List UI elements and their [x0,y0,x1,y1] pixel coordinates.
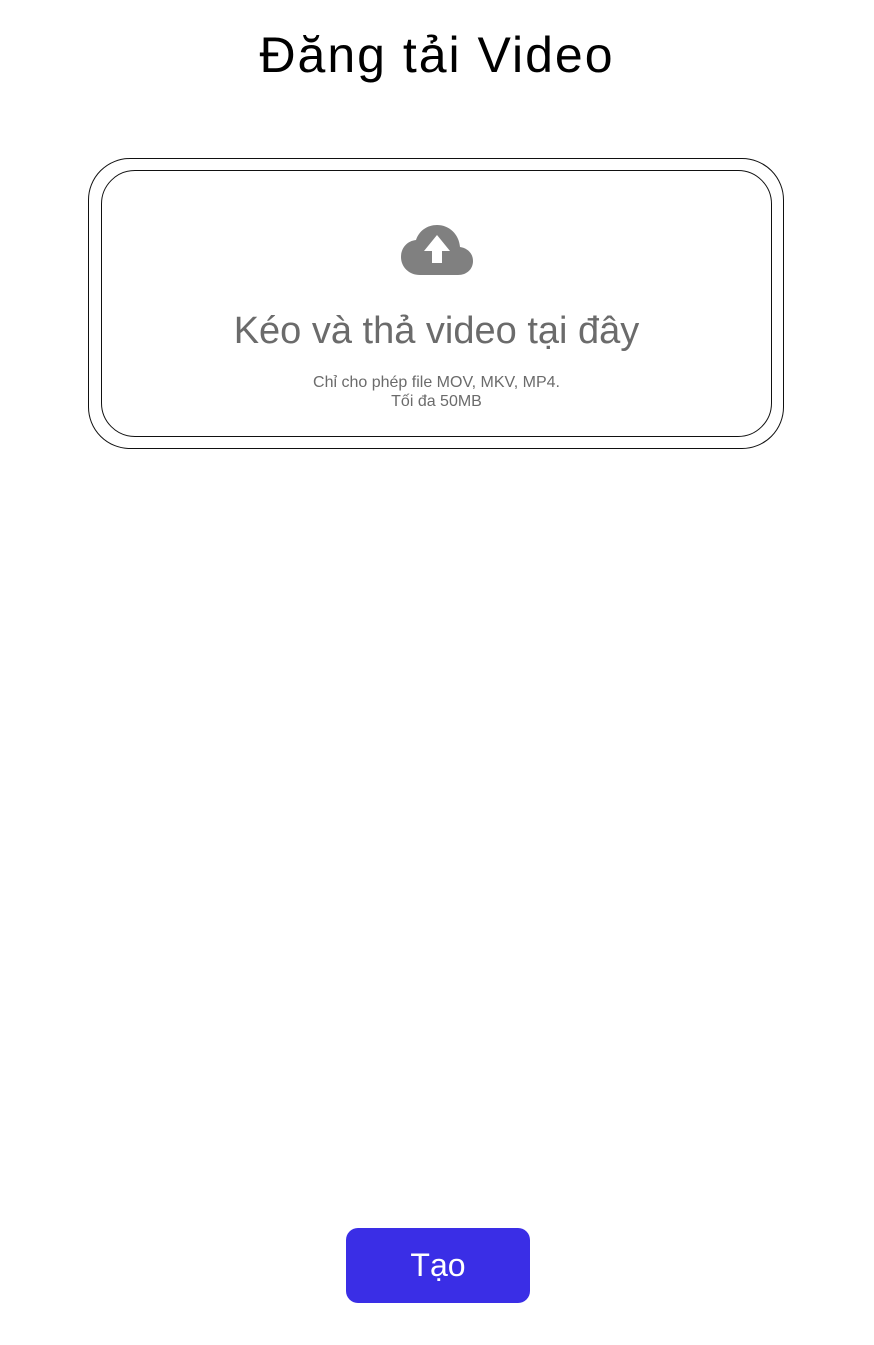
video-dropzone[interactable]: Kéo và thả video tại đây Chỉ cho phép fi… [101,170,772,437]
cloud-upload-icon [401,225,473,275]
upload-dropzone-frame: Kéo và thả video tại đây Chỉ cho phép fi… [88,158,784,449]
create-button[interactable]: Tạo [346,1228,530,1303]
allowed-formats-hint: Chỉ cho phép file MOV, MKV, MP4. [313,374,560,391]
dropzone-title: Kéo và thả video tại đây [233,310,640,352]
max-size-hint: Tối đa 50MB [391,393,482,410]
page-title: Đăng tải Video [259,27,615,83]
